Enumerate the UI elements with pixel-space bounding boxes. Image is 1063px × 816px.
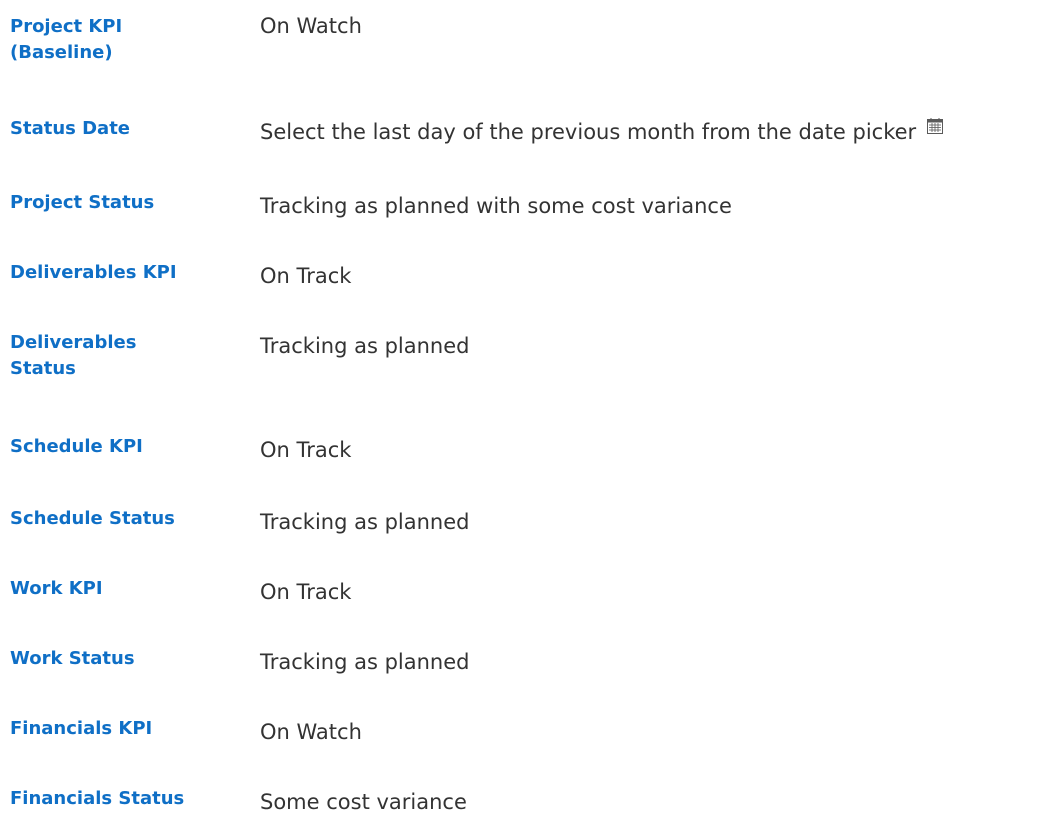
field-label-project-status: Project Status — [10, 192, 155, 213]
status-date-picker[interactable]: Select the last day of the previous mont… — [260, 118, 944, 146]
field-value-schedule-kpi: On Track — [260, 438, 352, 462]
field-value-deliverables-status: Tracking as planned — [260, 334, 470, 358]
field-value-schedule-status: Tracking as planned — [260, 510, 470, 534]
field-value-deliverables-kpi: On Track — [260, 264, 352, 288]
field-value-project-kpi: On Watch — [260, 14, 362, 38]
field-label-financials-status: Financials Status — [10, 788, 185, 809]
field-value-work-kpi: On Track — [260, 580, 352, 604]
field-label-line: Status — [10, 358, 76, 379]
field-label-line: Deliverables — [10, 332, 137, 353]
field-value-project-status: Tracking as planned with some cost varia… — [260, 194, 732, 218]
field-label-deliverables-kpi: Deliverables KPI — [10, 262, 177, 283]
field-label-schedule-status: Schedule Status — [10, 508, 175, 529]
field-label-line: (Baseline) — [10, 42, 113, 63]
field-label-financials-kpi: Financials KPI — [10, 718, 153, 739]
field-label-work-status: Work Status — [10, 648, 135, 669]
field-label-deliverables-status: Deliverables Status — [10, 330, 210, 382]
field-label-status-date: Status Date — [10, 118, 131, 139]
field-value-work-status: Tracking as planned — [260, 650, 470, 674]
field-value-financials-kpi: On Watch — [260, 720, 362, 744]
field-label-schedule-kpi: Schedule KPI — [10, 436, 143, 457]
field-value-financials-status: Some cost variance — [260, 790, 467, 814]
field-label-line: Project KPI — [10, 16, 123, 37]
status-field-list: Project KPI (Baseline) On Watch Status D… — [0, 0, 1063, 816]
field-label-project-kpi: Project KPI (Baseline) — [10, 14, 210, 66]
field-label-work-kpi: Work KPI — [10, 578, 103, 599]
status-date-input[interactable]: Select the last day of the previous mont… — [260, 118, 916, 146]
calendar-icon[interactable] — [926, 117, 944, 135]
